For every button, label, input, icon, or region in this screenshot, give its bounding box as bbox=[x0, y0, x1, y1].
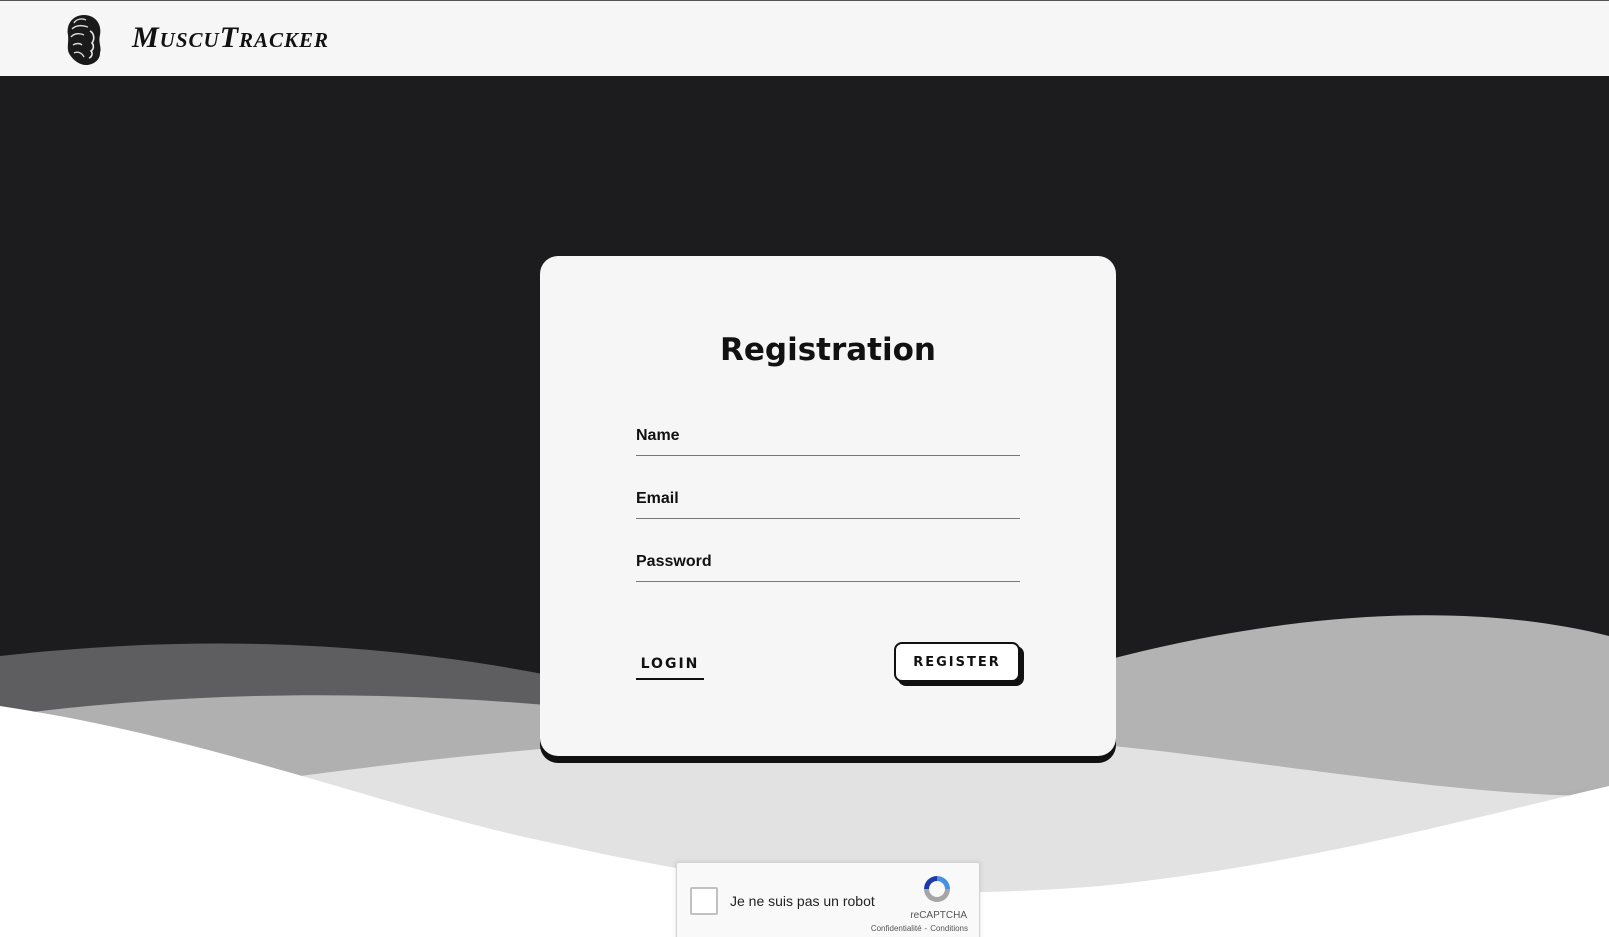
register-button[interactable]: REGISTER bbox=[894, 642, 1020, 682]
recaptcha-label: Je ne suis pas un robot bbox=[730, 893, 875, 909]
greek-head-logo-icon[interactable] bbox=[62, 13, 106, 67]
recaptcha-links: Confidentialité - Conditions bbox=[871, 924, 968, 933]
hero-section: Registration LOGIN REGISTER Je ne suis p… bbox=[0, 76, 1609, 937]
recaptcha-terms-link[interactable]: Conditions bbox=[930, 924, 968, 933]
recaptcha-checkbox[interactable] bbox=[690, 887, 718, 915]
password-field[interactable] bbox=[636, 546, 1020, 582]
recaptcha-brand: reCAPTCHA bbox=[910, 910, 967, 921]
name-field[interactable] bbox=[636, 420, 1020, 456]
navbar: MuscuTracker bbox=[0, 0, 1609, 76]
recaptcha-icon bbox=[924, 876, 950, 902]
recaptcha-separator: - bbox=[924, 924, 928, 933]
brand-name[interactable]: MuscuTracker bbox=[132, 21, 329, 55]
registration-card: Registration LOGIN REGISTER bbox=[540, 256, 1116, 756]
login-button[interactable]: LOGIN bbox=[636, 650, 704, 680]
registration-title: Registration bbox=[719, 332, 936, 368]
recaptcha-privacy-link[interactable]: Confidentialité bbox=[871, 924, 922, 933]
recaptcha-widget: Je ne suis pas un robot reCAPTCHA Confid… bbox=[676, 862, 980, 937]
email-field[interactable] bbox=[636, 483, 1020, 519]
